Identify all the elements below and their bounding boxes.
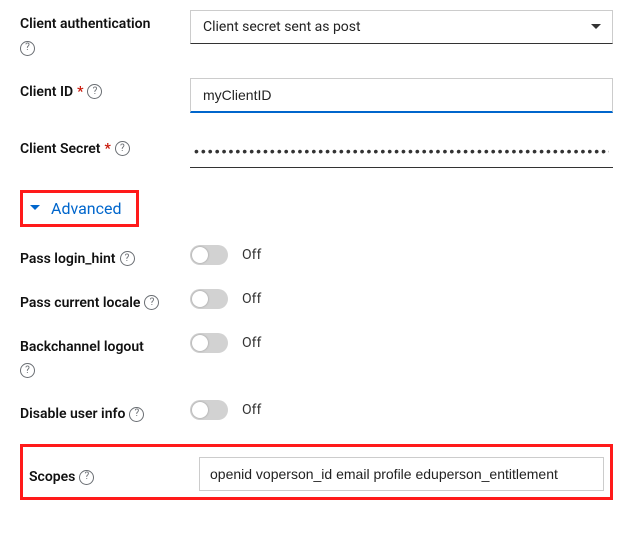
client-auth-select[interactable]: Client secret sent as post (190, 10, 613, 44)
client-auth-label: Client authentication (20, 16, 150, 32)
disable-user-info-toggle[interactable] (190, 400, 228, 420)
help-icon[interactable] (144, 295, 159, 310)
pass-login-hint-label: Pass login_hint (20, 251, 116, 267)
advanced-toggle[interactable]: Advanced (20, 190, 139, 227)
required-marker: * (77, 84, 83, 100)
pass-current-locale-toggle[interactable] (190, 289, 228, 309)
help-icon[interactable] (20, 363, 35, 378)
backchannel-logout-label: Backchannel logout (20, 339, 144, 355)
toggle-state: Off (242, 291, 261, 307)
backchannel-logout-toggle[interactable] (190, 333, 228, 353)
disable-user-info-label: Disable user info (20, 406, 125, 422)
toggle-state: Off (242, 247, 261, 263)
required-marker: * (105, 141, 111, 157)
help-icon[interactable] (115, 141, 130, 156)
help-icon[interactable] (87, 84, 102, 99)
client-id-input[interactable] (190, 78, 613, 113)
client-secret-input[interactable] (190, 135, 613, 168)
chevron-down-icon (29, 202, 41, 214)
pass-current-locale-label: Pass current locale (20, 295, 140, 311)
help-icon[interactable] (20, 41, 35, 56)
toggle-state: Off (242, 335, 261, 351)
help-icon[interactable] (129, 407, 144, 422)
advanced-label: Advanced (51, 199, 122, 218)
help-icon[interactable] (120, 251, 135, 266)
client-auth-value: Client secret sent as post (203, 19, 361, 35)
help-icon[interactable] (79, 470, 94, 485)
toggle-state: Off (242, 402, 261, 418)
client-secret-label: Client Secret (20, 141, 101, 157)
client-id-label: Client ID (20, 84, 73, 100)
scopes-input[interactable] (199, 457, 604, 491)
chevron-down-icon (590, 21, 602, 33)
pass-login-hint-toggle[interactable] (190, 245, 228, 265)
scopes-row: Scopes (20, 444, 613, 500)
scopes-label: Scopes (29, 469, 75, 485)
